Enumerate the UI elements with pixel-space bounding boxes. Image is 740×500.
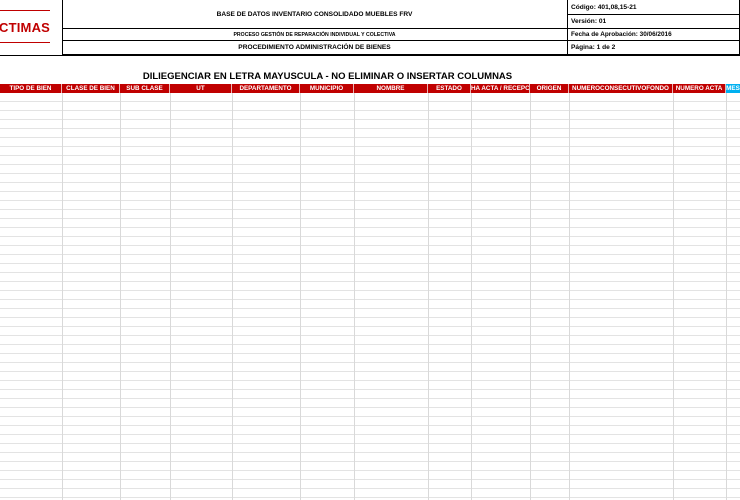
grid-line [569,93,570,500]
grid-line [726,93,727,500]
process-name: PROCESO GESTIÓN DE REPARACIÓN INDIVIDUAL… [62,29,568,41]
column-header-numero-acta[interactable]: NUMERO ACTA [673,84,726,93]
column-header-departamento[interactable]: DEPARTAMENTO [232,84,300,93]
sheet-instructions: DILIEGENCIAR EN LETRA MAYUSCULA - NO ELI… [142,71,513,82]
grid-line [354,93,355,500]
header-divider [0,55,740,56]
column-header-fecha-acta-recepcion[interactable]: HA ACTA / RECEPCI [471,84,530,93]
page-number: Página: 1 de 2 [568,41,740,55]
grid-line [673,93,674,500]
procedure-name: PROCEDIMIENTO ADMINISTRACIÓN DE BIENES [62,41,568,55]
document-header: CTIMAS BASE DE DATOS INVENTARIO CONSOLID… [0,0,740,56]
grid-line [120,93,121,500]
column-header-estado[interactable]: ESTADO [428,84,471,93]
column-header-origen[interactable]: ORIGEN [530,84,569,93]
column-header-tipo-de-bien[interactable]: TIPO DE BIEN [0,84,62,93]
logo-text: CTIMAS [0,20,51,35]
grid-line [170,93,171,500]
column-header-numero-consecutivo-fondo[interactable]: NUMEROCONSECUTIVOFONDO [569,84,673,93]
logo: CTIMAS [0,0,63,56]
column-header-nombre[interactable]: NOMBRE [354,84,428,93]
column-header-mes[interactable]: MES [726,84,740,93]
column-header-clase-de-bien[interactable]: CLASE DE BIEN [62,84,120,93]
grid-line [530,93,531,500]
spreadsheet-grid[interactable]: TIPO DE BIEN CLASE DE BIEN SUB CLASE UT … [0,84,740,500]
grid-line [300,93,301,500]
approval-date: Fecha de Aprobación: 30/06/2016 [568,29,740,41]
document-title: BASE DE DATOS INVENTARIO CONSOLIDADO MUE… [62,0,568,29]
document-version: Versión: 01 [568,15,740,29]
column-header-sub-clase[interactable]: SUB CLASE [120,84,170,93]
column-header-ut[interactable]: UT [170,84,232,93]
grid-line [62,93,63,500]
grid-line [428,93,429,500]
column-header-municipio[interactable]: MUNICIPIO [300,84,354,93]
grid-line [471,93,472,500]
document-code: Código: 401,08,15-21 [568,0,740,15]
grid-line [232,93,233,500]
